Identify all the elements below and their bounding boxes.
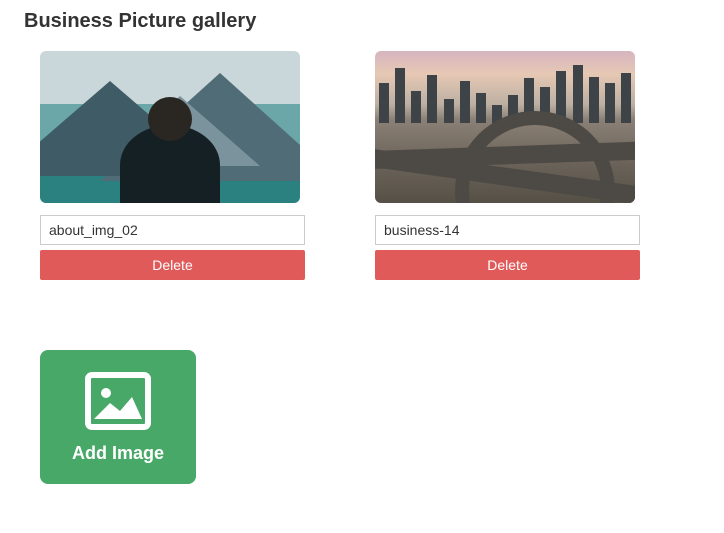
delete-button[interactable]: Delete <box>40 250 305 280</box>
gallery-item: Delete <box>40 51 305 280</box>
filename-input[interactable] <box>40 215 305 245</box>
gallery-item: Delete <box>375 51 640 280</box>
page-title: Business Picture gallery <box>20 10 704 33</box>
gallery-thumbnail[interactable] <box>375 51 635 203</box>
gallery-row: Delete <box>20 51 704 280</box>
gallery-thumbnail[interactable] <box>40 51 300 203</box>
delete-button[interactable]: Delete <box>375 250 640 280</box>
image-icon <box>84 371 152 431</box>
filename-input[interactable] <box>375 215 640 245</box>
add-image-label: Add Image <box>72 443 164 464</box>
add-image-button[interactable]: Add Image <box>40 350 196 484</box>
